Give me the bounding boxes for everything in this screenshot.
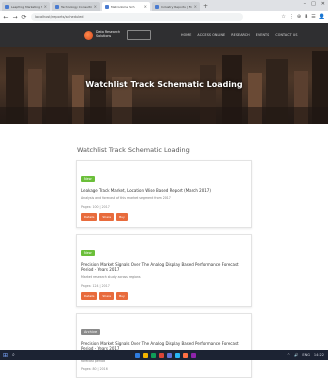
buy-button[interactable]: Buy — [116, 212, 128, 221]
partner-logo — [127, 30, 151, 40]
volume-icon[interactable]: 🔊 — [294, 353, 298, 357]
close-icon[interactable]: × — [94, 4, 97, 9]
report-title-link[interactable]: Precision Market Signals Over The Analog… — [81, 262, 247, 273]
logo-text: Data Research Solutions — [96, 30, 121, 38]
taskbar-app-icon[interactable] — [134, 352, 140, 358]
details-button[interactable]: Details — [81, 291, 98, 300]
search-icon[interactable]: ⌕ — [12, 352, 15, 358]
page-title: Watchlist Track Schematic Loading — [77, 146, 190, 154]
new-tab-button[interactable]: + — [203, 2, 208, 11]
hero-banner: Watchlist Track Schematic Loading — [0, 47, 328, 124]
nav-access-online[interactable]: ACCESS ONLINE — [197, 33, 225, 37]
report-meta: Pages: 124 | 2017 — [81, 283, 110, 288]
start-icon[interactable]: ⊞ — [3, 352, 8, 359]
main-nav: HOME ACCESS ONLINE RESEARCH EVENTS CONTA… — [181, 33, 298, 37]
taskbar-app-icon[interactable] — [142, 352, 148, 358]
clock[interactable]: 14:22 — [314, 353, 324, 357]
extension-icon[interactable]: ⊕ — [297, 14, 301, 20]
report-description: Market research study across regions — [81, 275, 141, 280]
taskbar-app-icon[interactable] — [150, 352, 156, 358]
favicon-icon — [105, 4, 109, 9]
details-button[interactable]: Details — [81, 212, 98, 221]
minimize-button[interactable]: – — [304, 1, 307, 7]
report-card: New Leakage Track Market, Location Wise … — [76, 160, 252, 228]
main-content: Watchlist Track Schematic Loading New Le… — [72, 124, 256, 378]
close-window-button[interactable]: ✕ — [321, 1, 325, 7]
bookmark-icon[interactable]: ☆ — [281, 14, 285, 20]
report-actions: Details Share Buy — [81, 212, 247, 221]
tray-expand-icon[interactable]: ^ — [287, 353, 290, 357]
report-title-link[interactable]: Leakage Track Market, Location Wise Base… — [81, 188, 247, 193]
report-meta: Pages: 80 | 2016 — [81, 367, 108, 372]
status-badge: Archive — [81, 328, 101, 335]
nav-events[interactable]: EVENTS — [256, 33, 270, 37]
language-indicator[interactable]: ENG — [302, 353, 310, 357]
taskbar-apps — [134, 352, 196, 358]
taskbar-app-icon[interactable] — [166, 352, 172, 358]
tab-title: Industry Reports | Free — [161, 4, 192, 9]
favicon-icon — [55, 4, 59, 9]
reload-icon[interactable]: ⟳ — [21, 14, 27, 21]
browser-tab-active[interactable]: Metrodome Sch × — [102, 2, 150, 11]
hero-title: Watchlist Track Schematic Loading — [85, 80, 243, 89]
taskbar-app-icon[interactable] — [174, 352, 180, 358]
taskbar-app-icon[interactable] — [190, 352, 196, 358]
browser-tab[interactable]: Technology Consulting | IT× — [52, 2, 100, 11]
buy-button[interactable]: Buy — [116, 291, 128, 300]
tab-title: Leapfrog Marketing Solutions — [11, 4, 42, 9]
download-icon[interactable]: ⬇ — [304, 14, 308, 20]
nav-contact-us[interactable]: CONTACT US — [275, 33, 297, 37]
site-logo[interactable]: Data Research Solutions — [84, 30, 151, 40]
taskbar-app-icon[interactable] — [158, 352, 164, 358]
report-meta: Pages: 100 | 2017 — [81, 204, 110, 209]
browser-tab[interactable]: Leapfrog Marketing Solutions× — [2, 2, 50, 11]
site-header: Data Research Solutions HOME ACCESS ONLI… — [0, 23, 328, 47]
menu-icon[interactable]: ☰ — [311, 14, 315, 20]
status-badge: New — [81, 176, 95, 182]
close-icon[interactable]: × — [44, 4, 47, 9]
menu-dots-icon[interactable]: ⋮ — [289, 14, 294, 20]
logo-mark-icon — [84, 30, 93, 40]
share-button[interactable]: Share — [99, 212, 115, 221]
report-card: Archive Precision Market Signals Over Th… — [76, 312, 252, 378]
profile-icon[interactable]: 👤 — [319, 14, 325, 20]
tab-title: Metrodome Sch — [111, 4, 135, 9]
url-input[interactable]: localhost/reports/scheduled — [31, 13, 243, 21]
window-controls: – □ ✕ — [304, 1, 325, 7]
share-button[interactable]: Share — [99, 291, 115, 300]
favicon-icon — [155, 4, 159, 9]
favicon-icon — [5, 4, 9, 9]
extension-icons: ☆ ⋮ ⊕ ⬇ ☰ 👤 — [281, 14, 325, 20]
tab-title: Technology Consulting | IT — [61, 4, 92, 9]
report-card: New Precision Market Signals Over The An… — [76, 233, 252, 307]
system-tray: ^ 🔊 ENG 14:22 — [287, 353, 324, 357]
browser-tab-strip: Leapfrog Marketing Solutions× Technology… — [0, 0, 328, 11]
url-text: localhost/reports/scheduled — [35, 15, 84, 19]
os-taskbar: ⊞ ⌕ ^ 🔊 ENG 14:22 — [0, 350, 328, 360]
maximize-button[interactable]: □ — [311, 1, 316, 7]
back-icon[interactable]: ← — [3, 14, 9, 21]
close-icon[interactable]: × — [194, 4, 197, 9]
taskbar-app-icon[interactable] — [182, 352, 188, 358]
nav-research[interactable]: RESEARCH — [231, 33, 250, 37]
nav-home[interactable]: HOME — [181, 33, 191, 37]
forward-icon[interactable]: → — [12, 14, 18, 21]
close-icon[interactable]: × — [144, 4, 147, 9]
report-actions: Details Share Buy — [81, 291, 247, 300]
report-description: Analysis and forecast of this market seg… — [81, 196, 171, 201]
browser-tab[interactable]: Industry Reports | Free× — [152, 2, 200, 11]
status-badge: New — [81, 249, 95, 256]
